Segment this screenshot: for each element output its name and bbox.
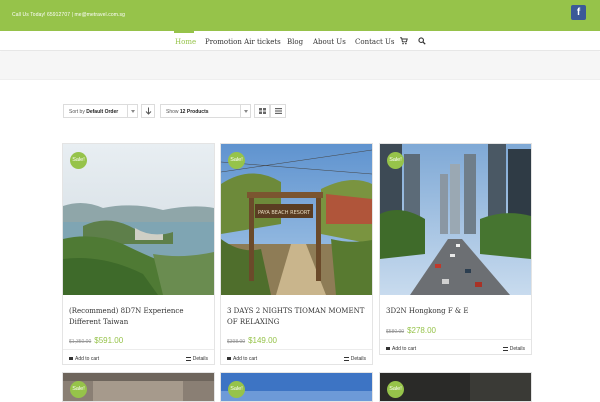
product-card[interactable]: PAYA BEACH RESORT Sale! 3 DAYS 2 NIGHTS … (220, 143, 373, 365)
product-image[interactable] (63, 144, 214, 295)
add-to-cart-button[interactable]: Add to cart (227, 356, 257, 362)
product-card[interactable]: Sale! (Recommend) 8D7N Experience Differ… (62, 143, 215, 365)
nav-contact-us[interactable]: Contact Us (355, 38, 395, 46)
sort-select[interactable]: Sort by Default Order (63, 104, 138, 118)
sale-badge: Sale! (228, 152, 245, 169)
product-card[interactable]: Sale! (220, 372, 373, 402)
contact-info: Call Us Today! 65912707 | me@metravel.co… (12, 12, 125, 18)
nav-promotion-air-tickets[interactable]: Promotion Air tickets (205, 38, 281, 46)
arrow-down-icon (145, 107, 152, 115)
product-title[interactable]: 3D2N Hongkong F & E (386, 306, 526, 317)
add-to-cart-label: Add to cart (233, 356, 258, 362)
sort-direction-button[interactable] (141, 104, 155, 118)
product-card[interactable]: Sale! (379, 372, 532, 402)
resort-sign: PAYA BEACH RESORT (258, 210, 311, 216)
product-actions: Add to cart Details (63, 349, 214, 365)
page-title-band (0, 52, 600, 80)
product-prices: $1,350.00 $591.00 (69, 328, 123, 347)
top-bar: Call Us Today! 65912707 | me@metravel.co… (0, 0, 600, 31)
nav-home[interactable]: Home (175, 38, 196, 46)
main-nav: Home Promotion Air tickets Blog About Us… (0, 31, 600, 51)
coastal-landscape-image (63, 144, 214, 295)
add-to-cart-label: Add to cart (75, 356, 100, 362)
show-prefix: Show (166, 109, 179, 115)
add-to-cart-label: Add to cart (392, 346, 417, 352)
cart-icon (386, 347, 390, 350)
sale-badge: Sale! (228, 381, 245, 398)
sort-value: Default Order (86, 109, 119, 115)
sale-price: $278.00 (407, 326, 436, 335)
details-label: Details (350, 356, 366, 362)
product-title[interactable]: (Recommend) 8D7N Experience Different Ta… (69, 306, 209, 328)
old-price: $398.00 (227, 339, 246, 345)
old-price: $1,350.00 (69, 339, 92, 345)
details-label: Details (192, 356, 208, 362)
sort-prefix: Sort by (69, 109, 85, 115)
list-icon (502, 346, 508, 351)
details-button[interactable]: Details (343, 356, 366, 362)
list-icon (185, 356, 191, 361)
product-prices: $398.00 $149.00 (227, 328, 277, 347)
show-count-select[interactable]: Show 12 Products (160, 104, 251, 118)
search-icon[interactable] (418, 37, 426, 45)
city-street-image (380, 144, 531, 295)
chevron-down-icon (127, 105, 137, 117)
sale-badge: Sale! (387, 152, 404, 169)
nav-about-us[interactable]: About Us (313, 38, 346, 46)
cart-icon (227, 357, 231, 360)
product-image[interactable]: PAYA BEACH RESORT (221, 144, 372, 295)
list-icon (343, 356, 349, 361)
cart-icon (69, 357, 73, 360)
details-button[interactable]: Details (185, 356, 208, 362)
list-view-button[interactable] (270, 104, 286, 118)
add-to-cart-button[interactable]: Add to cart (386, 346, 416, 352)
grid-icon (259, 108, 266, 114)
nav-blog[interactable]: Blog (287, 38, 303, 46)
product-image[interactable] (380, 144, 531, 295)
details-button[interactable]: Details (502, 346, 525, 352)
product-card[interactable]: Sale! (62, 372, 215, 402)
add-to-cart-button[interactable]: Add to cart (69, 356, 99, 362)
product-actions: Add to cart Details (221, 349, 372, 365)
sale-badge: Sale! (387, 381, 404, 398)
sale-badge: Sale! (70, 381, 87, 398)
chevron-down-icon (240, 105, 250, 117)
resort-gate-image: PAYA BEACH RESORT (221, 144, 372, 295)
old-price: $580.00 (386, 329, 405, 335)
sale-badge: Sale! (70, 152, 87, 169)
product-card[interactable]: Sale! 3D2N Hongkong F & E $580.00 $278.00… (379, 143, 532, 355)
product-title[interactable]: 3 DAYS 2 NIGHTS TIOMAN MOMENT OF RELAXIN… (227, 306, 367, 328)
cart-icon[interactable] (400, 37, 408, 45)
product-prices: $580.00 $278.00 (386, 318, 436, 337)
sale-price: $149.00 (248, 336, 277, 345)
grid-view-button[interactable] (254, 104, 270, 118)
details-label: Details (509, 346, 525, 352)
sale-price: $591.00 (94, 336, 124, 345)
list-icon (275, 108, 282, 114)
facebook-icon[interactable]: f (571, 5, 586, 20)
show-value: 12 Products (179, 109, 209, 115)
product-actions: Add to cart Details (380, 339, 531, 355)
nav-active-indicator (174, 31, 194, 33)
